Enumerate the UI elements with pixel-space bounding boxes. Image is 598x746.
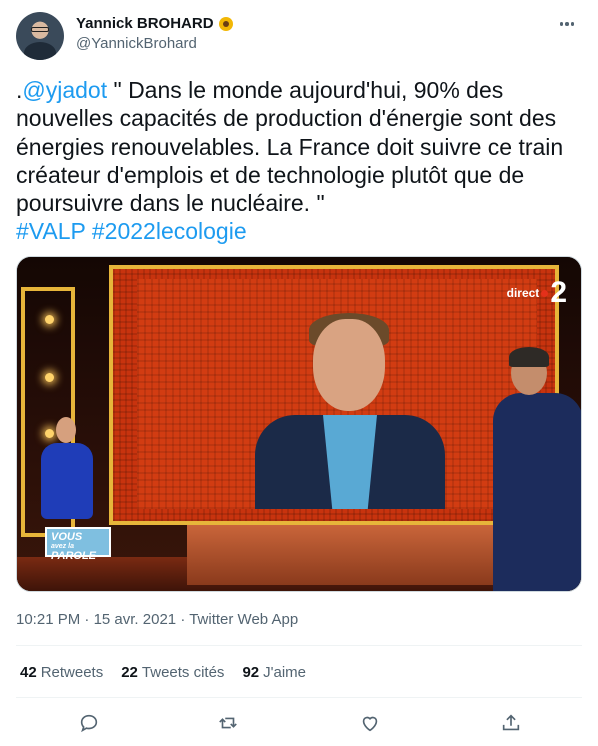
avatar-glasses xyxy=(31,27,49,32)
meta-separator: · xyxy=(84,611,90,628)
avatar[interactable] xyxy=(16,12,64,60)
author-handle[interactable]: @YannickBrohard xyxy=(76,35,234,52)
tweet-source[interactable]: Twitter Web App xyxy=(189,611,298,628)
show-badge: VOUS avez la PAROLE xyxy=(45,527,111,562)
retweet-icon[interactable] xyxy=(215,710,241,736)
divider xyxy=(16,645,582,646)
likes-stat[interactable]: 92 J'aime xyxy=(242,664,306,681)
share-icon[interactable] xyxy=(498,710,524,736)
channel-logo: direct 2 xyxy=(506,276,567,309)
mention-link[interactable]: @yjadot xyxy=(22,77,107,103)
quotes-count: 22 xyxy=(121,664,138,681)
tweet-meta: 10:21 PM · 15 avr. 2021 · Twitter Web Ap… xyxy=(16,611,298,628)
retweets-label: Retweets xyxy=(40,664,104,681)
tweet-header: Yannick BROHARD @YannickBrohard xyxy=(16,12,582,62)
show-badge-line2: avez la xyxy=(51,543,74,550)
tweet-actions xyxy=(16,708,582,738)
hashtag-valp[interactable]: #VALP xyxy=(16,218,85,244)
presenter-right xyxy=(493,347,581,591)
lamp-icon xyxy=(45,373,54,382)
channel-dot-icon xyxy=(541,289,549,297)
likes-count: 92 xyxy=(242,664,260,681)
presenter-left xyxy=(37,414,97,537)
author-display-name[interactable]: Yannick BROHARD xyxy=(76,15,214,32)
tweet-date[interactable]: 15 avr. 2021 xyxy=(94,611,177,628)
likes-label: J'aime xyxy=(263,664,307,681)
quotes-stat[interactable]: 22 Tweets cités xyxy=(121,664,224,681)
meta-separator: · xyxy=(180,611,186,628)
tweet-media-image[interactable]: direct 2 VOUS avez la PAROLE xyxy=(16,256,582,592)
tweet-stats: 42 Retweets 22 Tweets cités 92 J'aime xyxy=(20,664,306,681)
show-badge-line1: VOUS xyxy=(51,531,83,543)
show-badge-line3: PAROLE xyxy=(51,550,97,562)
tweet-time[interactable]: 10:21 PM xyxy=(16,611,80,628)
quotes-label: Tweets cités xyxy=(141,664,225,681)
tweet-text: .@yjadot " Dans le monde aujourd'hui, 90… xyxy=(16,76,582,246)
hashtag-2022lecologie[interactable]: #2022lecologie xyxy=(92,218,247,244)
sunflower-icon xyxy=(218,16,234,32)
like-icon[interactable] xyxy=(357,710,383,736)
guest-on-screen xyxy=(255,313,445,509)
channel-number: 2 xyxy=(550,276,567,309)
author-names: Yannick BROHARD @YannickBrohard xyxy=(76,15,234,52)
retweets-stat[interactable]: 42 Retweets xyxy=(20,664,103,681)
studio-screen xyxy=(137,279,537,509)
lamp-icon xyxy=(45,315,54,324)
channel-label: direct xyxy=(506,286,540,300)
studio-desk xyxy=(187,525,507,585)
reply-icon[interactable] xyxy=(76,710,102,736)
author-display-name-row[interactable]: Yannick BROHARD xyxy=(76,15,234,32)
divider xyxy=(16,697,582,698)
retweets-count: 42 xyxy=(20,664,37,681)
more-options-icon[interactable] xyxy=(554,14,580,34)
